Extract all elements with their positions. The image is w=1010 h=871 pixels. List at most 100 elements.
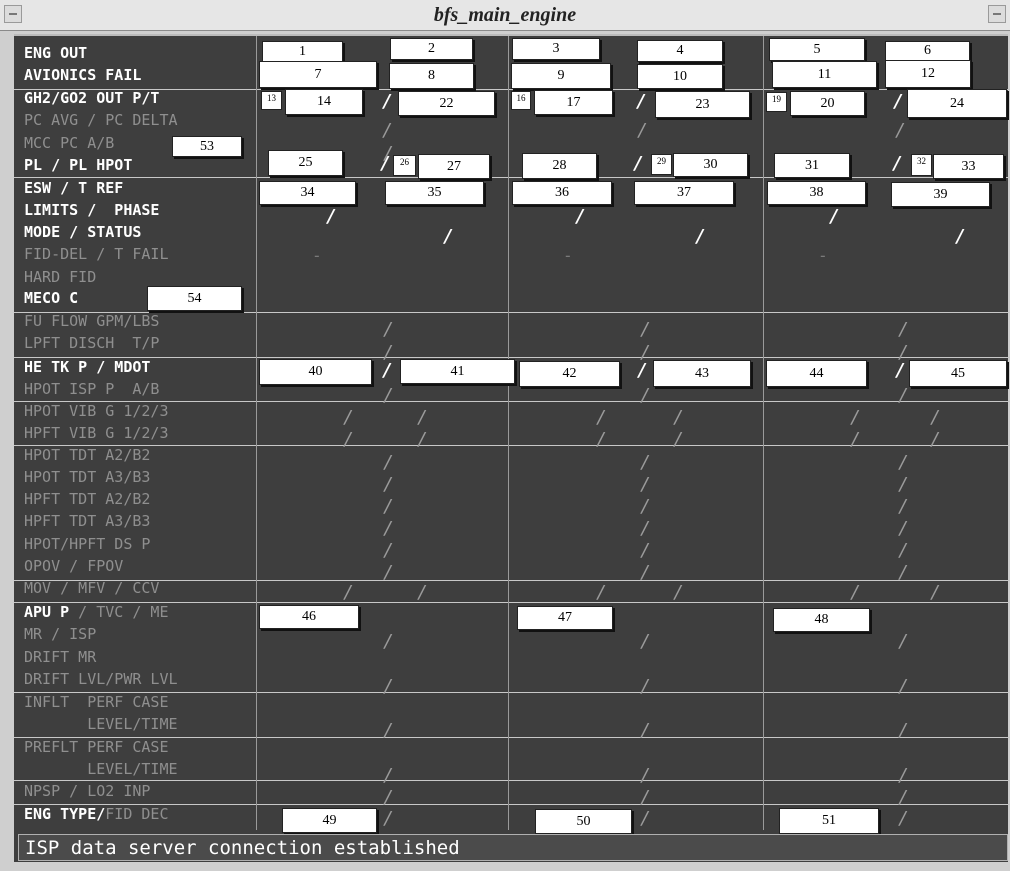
data-field-12[interactable]: 12 bbox=[885, 60, 971, 88]
data-field-13[interactable]: 13 bbox=[261, 91, 282, 110]
row-label: HPOT/HPFT DS P bbox=[24, 535, 151, 553]
slash-separator: / bbox=[695, 226, 706, 247]
row-separator bbox=[14, 177, 1010, 178]
row-label: HPOT VIB G 1/2/3 bbox=[24, 402, 169, 420]
row-label: DRIFT MR bbox=[24, 648, 97, 666]
slash-separator: / bbox=[383, 562, 394, 583]
status-bar: ISP data server connection established bbox=[18, 834, 1008, 861]
data-field-8[interactable]: 8 bbox=[389, 63, 474, 89]
data-field-47[interactable]: 47 bbox=[517, 606, 613, 630]
row-separator bbox=[14, 357, 1010, 358]
data-field-1[interactable]: 1 bbox=[262, 41, 343, 62]
data-field-17[interactable]: 17 bbox=[534, 90, 613, 115]
data-field-5[interactable]: 5 bbox=[769, 38, 865, 61]
row-label: GH2/GO2 OUT P/T bbox=[24, 89, 160, 107]
data-field-46[interactable]: 46 bbox=[259, 605, 359, 629]
slash-separator: / bbox=[895, 120, 906, 141]
slash-separator: / bbox=[930, 429, 941, 450]
data-field-6[interactable]: 6 bbox=[885, 41, 970, 61]
data-field-19[interactable]: 19 bbox=[766, 92, 787, 112]
slash-separator: / bbox=[640, 765, 651, 786]
slash-separator: / bbox=[673, 407, 684, 428]
window-maximize-button[interactable] bbox=[988, 5, 1006, 23]
slash-separator: / bbox=[898, 562, 909, 583]
slash-separator: / bbox=[640, 518, 651, 539]
data-field-37[interactable]: 37 bbox=[634, 181, 734, 205]
slash-separator: / bbox=[343, 407, 354, 428]
slash-separator: / bbox=[383, 540, 394, 561]
data-field-3[interactable]: 3 bbox=[512, 38, 600, 60]
data-field-53[interactable]: 53 bbox=[172, 136, 242, 157]
row-label: PL / PL HPOT bbox=[24, 156, 133, 174]
data-field-16[interactable]: 16 bbox=[511, 91, 531, 110]
slash-separator: / bbox=[898, 518, 909, 539]
data-field-42[interactable]: 42 bbox=[519, 361, 620, 387]
slash-separator: / bbox=[640, 474, 651, 495]
row-label: HPFT TDT A3/B3 bbox=[24, 512, 151, 530]
slash-separator: / bbox=[640, 787, 651, 808]
slash-separator: / bbox=[640, 319, 651, 340]
row-label: PC AVG / PC DELTA bbox=[24, 111, 178, 129]
data-field-23[interactable]: 23 bbox=[655, 91, 750, 118]
data-field-22[interactable]: 22 bbox=[398, 91, 495, 116]
data-field-38[interactable]: 38 bbox=[767, 181, 866, 205]
data-field-9[interactable]: 9 bbox=[511, 63, 611, 89]
data-field-2[interactable]: 2 bbox=[390, 38, 473, 60]
row-label-main: APU P bbox=[24, 603, 70, 621]
slash-separator: / bbox=[383, 474, 394, 495]
data-field-43[interactable]: 43 bbox=[653, 360, 751, 387]
data-field-40[interactable]: 40 bbox=[259, 359, 372, 385]
slash-separator: / bbox=[417, 407, 428, 428]
slash-separator: / bbox=[343, 429, 354, 450]
slash-separator: / bbox=[596, 407, 607, 428]
data-field-54[interactable]: 54 bbox=[147, 286, 242, 311]
data-field-41[interactable]: 41 bbox=[400, 359, 515, 384]
data-field-36[interactable]: 36 bbox=[512, 181, 612, 205]
slash-separator: / bbox=[898, 676, 909, 697]
data-field-34[interactable]: 34 bbox=[259, 181, 356, 205]
slash-separator: / bbox=[383, 720, 394, 741]
data-field-49[interactable]: 49 bbox=[282, 808, 377, 833]
slash-separator: / bbox=[898, 385, 909, 406]
data-field-44[interactable]: 44 bbox=[766, 360, 867, 387]
data-field-29[interactable]: 29 bbox=[651, 154, 672, 175]
slash-separator: / bbox=[640, 631, 651, 652]
slash-separator: / bbox=[596, 429, 607, 450]
data-field-10[interactable]: 10 bbox=[637, 64, 723, 89]
data-field-25[interactable]: 25 bbox=[268, 150, 343, 176]
data-field-4[interactable]: 4 bbox=[637, 40, 723, 62]
row-label-main: ENG TYPE/ bbox=[24, 805, 106, 823]
data-field-26[interactable]: 26 bbox=[393, 155, 416, 176]
data-field-27[interactable]: 27 bbox=[418, 154, 490, 179]
data-field-33[interactable]: 33 bbox=[933, 154, 1004, 179]
slash-separator: / bbox=[640, 342, 651, 363]
data-field-30[interactable]: 30 bbox=[673, 153, 748, 177]
slash-separator: / bbox=[383, 787, 394, 808]
slash-separator: / bbox=[383, 496, 394, 517]
row-separator bbox=[14, 737, 1010, 738]
slash-separator: / bbox=[633, 153, 644, 174]
data-field-20[interactable]: 20 bbox=[790, 91, 865, 116]
slash-separator: / bbox=[898, 631, 909, 652]
data-field-24[interactable]: 24 bbox=[907, 89, 1007, 118]
data-field-48[interactable]: 48 bbox=[773, 608, 870, 632]
data-field-45[interactable]: 45 bbox=[909, 360, 1007, 387]
data-field-28[interactable]: 28 bbox=[522, 153, 597, 179]
data-field-31[interactable]: 31 bbox=[774, 153, 850, 178]
data-field-7[interactable]: 7 bbox=[259, 61, 377, 88]
slash-separator: / bbox=[898, 765, 909, 786]
row-separator bbox=[14, 580, 1010, 581]
data-field-39[interactable]: 39 bbox=[891, 182, 990, 207]
data-field-35[interactable]: 35 bbox=[385, 181, 484, 205]
data-field-50[interactable]: 50 bbox=[535, 809, 632, 834]
data-field-51[interactable]: 51 bbox=[779, 808, 879, 834]
slash-separator: / bbox=[640, 808, 651, 829]
data-field-32[interactable]: 32 bbox=[911, 154, 932, 176]
data-field-14[interactable]: 14 bbox=[285, 89, 363, 115]
slash-separator: / bbox=[417, 429, 428, 450]
row-label: MOV / MFV / CCV bbox=[24, 579, 160, 597]
slash-separator: / bbox=[955, 226, 966, 247]
slash-separator: / bbox=[640, 540, 651, 561]
data-field-11[interactable]: 11 bbox=[772, 61, 877, 88]
slash-separator: / bbox=[829, 206, 840, 227]
